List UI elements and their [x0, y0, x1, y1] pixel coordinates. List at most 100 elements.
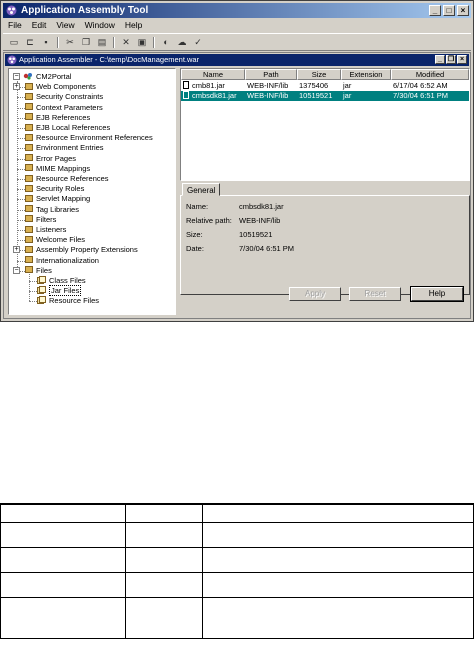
tree-item[interactable]: + Assembly Property Extensions — [13, 245, 138, 255]
size-label: Size: — [186, 230, 203, 239]
tree-item[interactable]: Resource Files — [37, 296, 99, 306]
collapse-icon[interactable]: − — [13, 73, 20, 80]
folder-icon — [25, 245, 33, 253]
cell-path: WEB-INF/lib — [247, 91, 289, 100]
tree-item[interactable]: Tag Libraries — [25, 205, 79, 215]
expand-icon[interactable]: + — [13, 83, 20, 91]
tree-item[interactable]: Welcome Files — [25, 235, 85, 245]
column-size[interactable]: Size — [297, 69, 341, 80]
table-cell — [125, 597, 203, 639]
generate-icon[interactable]: ◐ — [159, 36, 173, 49]
tree-item[interactable]: Context Parameters — [25, 103, 103, 113]
assembler-logo-icon — [7, 55, 17, 65]
table-header-row — [0, 503, 474, 523]
tree-item[interactable]: EJB References — [25, 113, 90, 123]
folder-icon — [25, 92, 33, 100]
table-cell — [0, 522, 126, 548]
tree-item[interactable]: Environment Entries — [25, 143, 104, 153]
folder-icon — [25, 82, 33, 90]
apply-button[interactable]: Apply — [289, 287, 341, 301]
tree-item-label: Servlet Mapping — [36, 194, 91, 204]
column-modified[interactable]: Modified — [391, 69, 469, 80]
tree-item[interactable]: Security Constraints — [25, 92, 103, 102]
expand-icon[interactable]: + — [13, 246, 20, 254]
help-button[interactable]: Help — [410, 286, 464, 302]
tree-item[interactable]: Resource References — [25, 174, 109, 184]
app-titlebar[interactable]: Application Assembly Tool _ □ × — [3, 3, 471, 18]
paste-icon[interactable]: ▤ — [95, 36, 109, 49]
properties-icon[interactable]: ▣ — [135, 36, 149, 49]
folder-icon — [25, 143, 33, 151]
copy-icon[interactable]: ❐ — [79, 36, 93, 49]
tree-item[interactable]: Error Pages — [25, 154, 76, 164]
tree-item-label: Security Roles — [36, 184, 85, 194]
menu-file[interactable]: File — [7, 19, 23, 32]
assembler-titlebar[interactable]: Application Assembler - C:\temp\DocManag… — [5, 54, 469, 66]
tree-item[interactable]: MIME Mappings — [25, 164, 90, 174]
folder-icon — [25, 225, 33, 233]
module-tree[interactable]: − CM2Portal + Web Components Security Constr… — [8, 68, 176, 315]
open-icon[interactable]: ⊏ — [23, 36, 37, 49]
folder-icon — [25, 266, 33, 274]
table-cell — [0, 597, 126, 639]
inner-restore-button[interactable]: ❐ — [446, 55, 456, 64]
cut-icon[interactable]: ✂ — [63, 36, 77, 49]
delete-icon[interactable]: ✕ — [119, 36, 133, 49]
files-icon — [37, 296, 46, 305]
cell-name: cmb81.jar — [192, 81, 225, 90]
tree-item-label: Welcome Files — [36, 235, 86, 245]
tree-item[interactable]: Listeners — [25, 225, 66, 235]
menu-view[interactable]: View — [55, 19, 75, 32]
collapse-icon[interactable]: − — [13, 266, 20, 274]
name-label: Name: — [186, 202, 209, 211]
inner-minimize-button[interactable]: _ — [435, 55, 445, 64]
menu-edit[interactable]: Edit — [31, 19, 48, 32]
close-button[interactable]: × — [457, 5, 469, 16]
maximize-button[interactable]: □ — [443, 5, 455, 16]
file-table: Name Path Size Extension Modified cmb81.… — [180, 68, 470, 181]
tree-item-label: Context Parameters — [36, 102, 103, 112]
folder-icon — [25, 205, 33, 213]
table-cell — [202, 572, 474, 598]
tree-item-jar-files-selected[interactable]: Jar Files — [37, 285, 82, 297]
tree-item[interactable]: Servlet Mapping — [25, 194, 90, 204]
tree-item[interactable]: EJB Local References — [25, 123, 110, 133]
verify-icon[interactable]: ✓ — [191, 36, 205, 49]
table-cell — [125, 522, 203, 548]
table-row — [0, 597, 474, 639]
document-table — [0, 503, 474, 639]
tab-general[interactable]: General — [182, 183, 221, 196]
date-label: Date: — [186, 244, 204, 253]
reset-button[interactable]: Reset — [349, 287, 401, 301]
column-name[interactable]: Name — [181, 69, 245, 80]
cell-size: 10519521 — [299, 91, 333, 100]
tree-item[interactable]: + Web Components — [13, 82, 96, 92]
column-path[interactable]: Path — [245, 69, 297, 80]
folder-icon — [25, 194, 33, 202]
inner-close-button[interactable]: × — [457, 55, 467, 64]
folder-icon — [25, 235, 33, 243]
tree-root[interactable]: − CM2Portal — [13, 72, 71, 82]
table-row-selected[interactable]: cmbsdk81.jar WEB-INF/lib 10519521 jar 7/… — [181, 91, 469, 101]
menu-help[interactable]: Help — [124, 19, 143, 32]
deploy-icon[interactable]: ☁ — [175, 36, 189, 49]
table-cell — [0, 547, 126, 573]
file-icon — [183, 91, 189, 100]
minimize-button[interactable]: _ — [429, 5, 441, 16]
app-logo-icon — [6, 5, 17, 16]
name-value: cmbsdk81.jar — [239, 202, 284, 211]
tree-item[interactable]: Security Roles — [25, 184, 84, 194]
tree-item-label: Jar Files — [49, 285, 82, 297]
tree-item[interactable]: Filters — [25, 215, 56, 225]
table-row[interactable]: cmb81.jar WEB-INF/lib 1375406 jar 6/17/0… — [181, 81, 469, 91]
table-cell — [0, 572, 126, 598]
menu-window[interactable]: Window — [84, 19, 116, 32]
tree-item[interactable]: Resource Environment References — [25, 133, 153, 143]
column-extension[interactable]: Extension — [341, 69, 391, 80]
new-icon[interactable]: ▭ — [7, 36, 21, 49]
file-table-header: Name Path Size Extension Modified — [181, 69, 469, 80]
save-icon[interactable]: ▪ — [39, 36, 53, 49]
tree-item[interactable]: Internationalization — [25, 256, 99, 266]
cell-modified: 7/30/04 6:51 PM — [393, 91, 449, 100]
folder-icon — [25, 256, 33, 264]
